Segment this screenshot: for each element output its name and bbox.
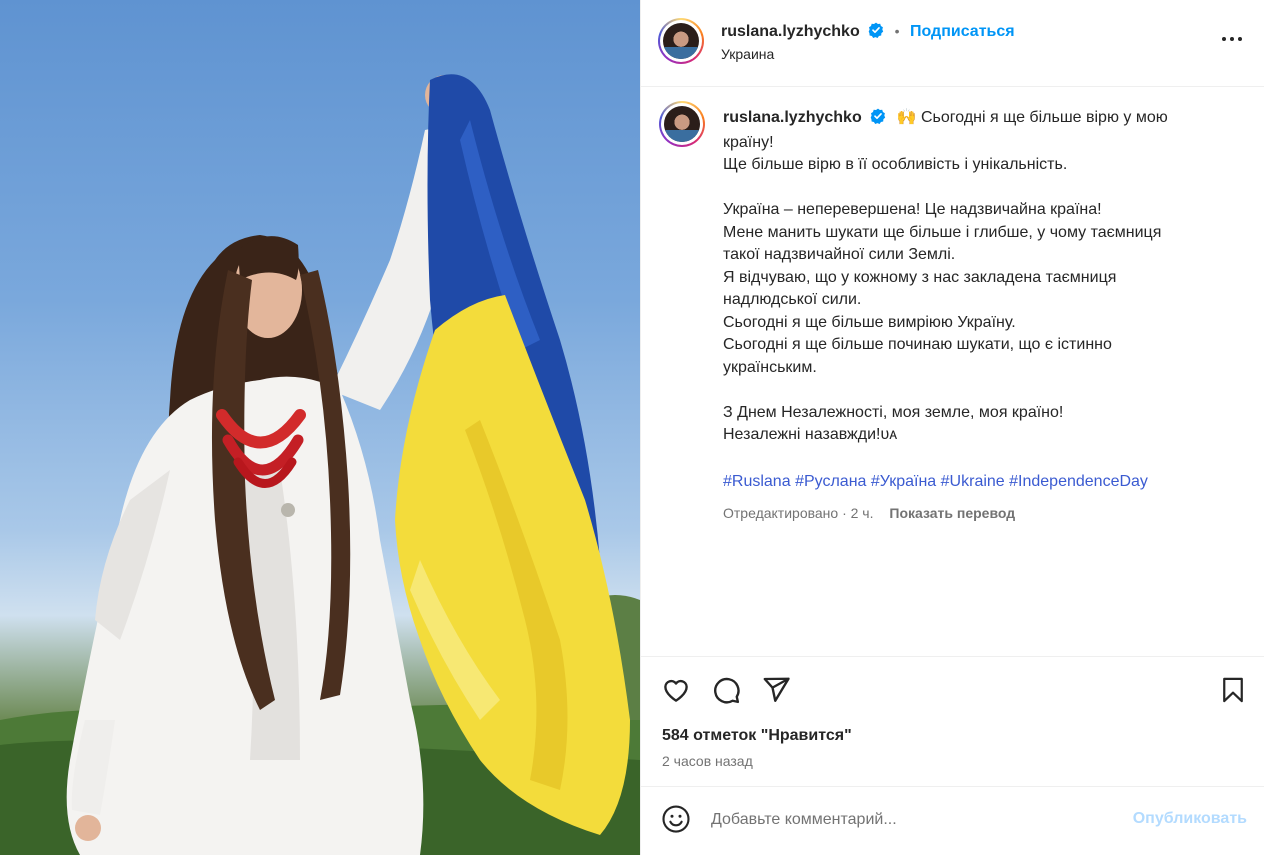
- caption-text: країну!: [723, 133, 774, 151]
- comment-input[interactable]: [711, 807, 1111, 833]
- avatar-image: [664, 106, 700, 142]
- verified-badge-icon: [868, 22, 884, 43]
- header-separator: •: [894, 23, 900, 39]
- photo-illustration: [0, 74, 640, 855]
- caption-body: ruslana.lyzhychko 🙌 Сьогодні я ще більше…: [723, 107, 1223, 524]
- avatar-image: [663, 23, 699, 59]
- caption-text: 🙌 Сьогодні я ще більше вірю у мою: [896, 109, 1168, 126]
- caption-meta: Отредактировано · 2 ч. Показать перевод: [723, 502, 1223, 525]
- edited-timestamp: Отредактировано · 2 ч.: [723, 504, 874, 521]
- hashtag-link[interactable]: #Україна: [871, 473, 936, 490]
- bookmark-icon[interactable]: [1219, 675, 1247, 710]
- header-title-row: ruslana.lyzhychko • Подписаться: [721, 22, 1015, 43]
- author-avatar[interactable]: [658, 18, 704, 64]
- post-actions: 584 отметок "Нравится" 2 часов назад: [641, 656, 1264, 786]
- post-location-link[interactable]: Украина: [721, 46, 774, 62]
- caption-text: Незалежні назавжди!ᴜᴀ: [723, 426, 898, 443]
- caption-text: Україна – неперевершена! Це надзвичайна …: [723, 201, 1102, 218]
- caption-line: ruslana.lyzhychko 🙌 Сьогодні я ще більше…: [723, 107, 1223, 132]
- caption-text: Сьогодні я ще більше починаю шукати, що …: [723, 336, 1112, 353]
- post-side-panel: ruslana.lyzhychko • Подписаться Украина …: [640, 0, 1264, 855]
- post-header: ruslana.lyzhychko • Подписаться Украина: [641, 0, 1264, 87]
- more-dots-icon[interactable]: [1221, 28, 1243, 55]
- caption-text: Я відчуваю, що у кожному з нас закладена…: [723, 268, 1117, 286]
- caption-text: Мене манить шукати ще більше і глибше, у…: [723, 223, 1162, 241]
- caption-text: [723, 447, 1223, 470]
- show-translation-button[interactable]: Показать перевод: [889, 505, 1015, 521]
- post-photo[interactable]: [0, 0, 640, 855]
- hashtag-link[interactable]: #Ukraine: [941, 473, 1005, 490]
- emoji-icon[interactable]: [661, 804, 691, 839]
- caption-text: такої надзвичайної сили Землі.: [723, 246, 956, 263]
- likes-count-link[interactable]: 584 отметок "Нравится": [662, 727, 852, 745]
- hashtag-link[interactable]: #Руслана: [795, 473, 866, 490]
- comment-icon[interactable]: [711, 675, 741, 710]
- verified-badge-icon: [870, 108, 886, 132]
- caption-text: українським.: [723, 358, 817, 376]
- follow-button[interactable]: Подписаться: [910, 23, 1015, 40]
- caption-text: надлюдської сили.: [723, 291, 862, 308]
- publish-comment-button[interactable]: Опубликовать: [1133, 810, 1247, 828]
- caption-text: [723, 379, 1223, 402]
- caption-text: [723, 177, 1223, 200]
- hashtag-row: #Ruslana #Руслана #Україна #Ukraine #Ind…: [723, 471, 1223, 494]
- caption-username-link[interactable]: ruslana.lyzhychko: [723, 109, 862, 126]
- instagram-post: ruslana.lyzhychko • Подписаться Украина …: [0, 0, 1264, 855]
- caption-author-avatar[interactable]: [659, 101, 705, 147]
- hashtag-link[interactable]: #Ruslana: [723, 473, 791, 490]
- author-username-link[interactable]: ruslana.lyzhychko: [721, 23, 860, 40]
- hashtag-link[interactable]: #IndependenceDay: [1009, 473, 1148, 490]
- heart-icon[interactable]: [661, 675, 691, 710]
- comment-bar: Опубликовать: [641, 786, 1264, 855]
- caption-text: Ще більше вірю в її особливість і унікал…: [723, 156, 1068, 173]
- caption-text: Сьогодні я ще більше вимріюю Україну.: [723, 313, 1016, 331]
- share-icon[interactable]: [761, 675, 791, 710]
- post-timestamp[interactable]: 2 часов назад: [662, 753, 753, 769]
- caption-text: З Днем Незалежності, моя земле, моя краї…: [723, 403, 1064, 421]
